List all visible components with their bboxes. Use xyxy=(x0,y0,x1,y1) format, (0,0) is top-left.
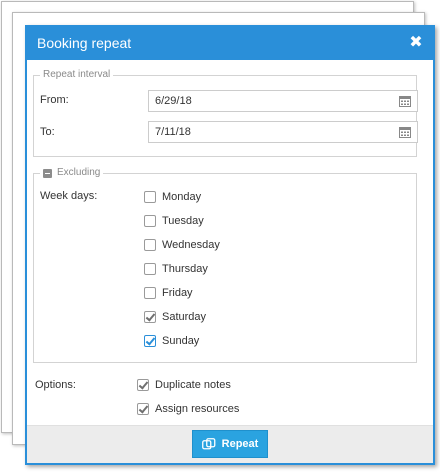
option-assign-resources[interactable]: Assign resources xyxy=(137,401,239,417)
from-date-value: 6/29/18 xyxy=(155,95,192,107)
monday-label: Monday xyxy=(162,191,202,203)
day-saturday[interactable]: Saturday xyxy=(144,309,206,325)
saturday-label: Saturday xyxy=(162,311,207,323)
week-days-label: Week days: xyxy=(40,190,98,202)
option-duplicate-notes[interactable]: Duplicate notes xyxy=(137,377,231,393)
repeat-interval-legend: Repeat interval xyxy=(40,69,114,81)
to-date-field[interactable]: 7/11/18 xyxy=(148,121,418,143)
sunday-label: Sunday xyxy=(162,335,200,347)
repeat-icon xyxy=(201,438,216,450)
booking-repeat-dialog: Booking repeat ✖ Repeat interval From: 6… xyxy=(25,25,435,465)
assign-resources-label: Assign resources xyxy=(155,403,240,415)
monday-checkbox[interactable] xyxy=(144,191,156,203)
from-date-field[interactable]: 6/29/18 xyxy=(148,90,418,112)
wednesday-label: Wednesday xyxy=(162,239,220,251)
repeat-interval-group: Repeat interval From: 6/29/18 To: 7/11/1… xyxy=(33,69,418,157)
repeat-button[interactable]: Repeat xyxy=(192,430,268,458)
dialog-footer: Repeat xyxy=(27,425,433,463)
excluding-legend[interactable]: Excluding xyxy=(40,167,104,179)
sunday-checkbox[interactable] xyxy=(144,335,156,347)
day-thursday[interactable]: Thursday xyxy=(144,261,208,277)
calendar-icon[interactable] xyxy=(399,126,411,138)
friday-label: Friday xyxy=(162,287,193,299)
assign-resources-checkbox[interactable] xyxy=(137,403,149,415)
tuesday-checkbox[interactable] xyxy=(144,215,156,227)
to-label: To: xyxy=(40,126,55,138)
calendar-icon[interactable] xyxy=(399,95,411,107)
duplicate-notes-label: Duplicate notes xyxy=(155,379,231,391)
day-friday[interactable]: Friday xyxy=(144,285,193,301)
saturday-checkbox[interactable] xyxy=(144,311,156,323)
from-label: From: xyxy=(40,94,69,106)
dialog-title: Booking repeat xyxy=(37,35,132,51)
excluding-legend-label: Excluding xyxy=(57,167,101,178)
options-label: Options: xyxy=(35,379,76,391)
day-wednesday[interactable]: Wednesday xyxy=(144,237,220,253)
repeat-button-label: Repeat xyxy=(221,438,259,450)
day-tuesday[interactable]: Tuesday xyxy=(144,213,204,229)
friday-checkbox[interactable] xyxy=(144,287,156,299)
day-monday[interactable]: Monday xyxy=(144,189,201,205)
excluding-group: Excluding Week days: Monday Tuesday Wedn… xyxy=(33,167,417,363)
thursday-label: Thursday xyxy=(162,263,208,275)
day-sunday[interactable]: Sunday xyxy=(144,333,199,349)
close-icon[interactable]: ✖ xyxy=(409,34,423,52)
wednesday-checkbox[interactable] xyxy=(144,239,156,251)
thursday-checkbox[interactable] xyxy=(144,263,156,275)
collapse-icon[interactable] xyxy=(43,168,52,178)
tuesday-label: Tuesday xyxy=(162,215,204,227)
dialog-titlebar: Booking repeat ✖ xyxy=(27,27,433,60)
duplicate-notes-checkbox[interactable] xyxy=(137,379,149,391)
to-date-value: 7/11/18 xyxy=(155,126,191,138)
